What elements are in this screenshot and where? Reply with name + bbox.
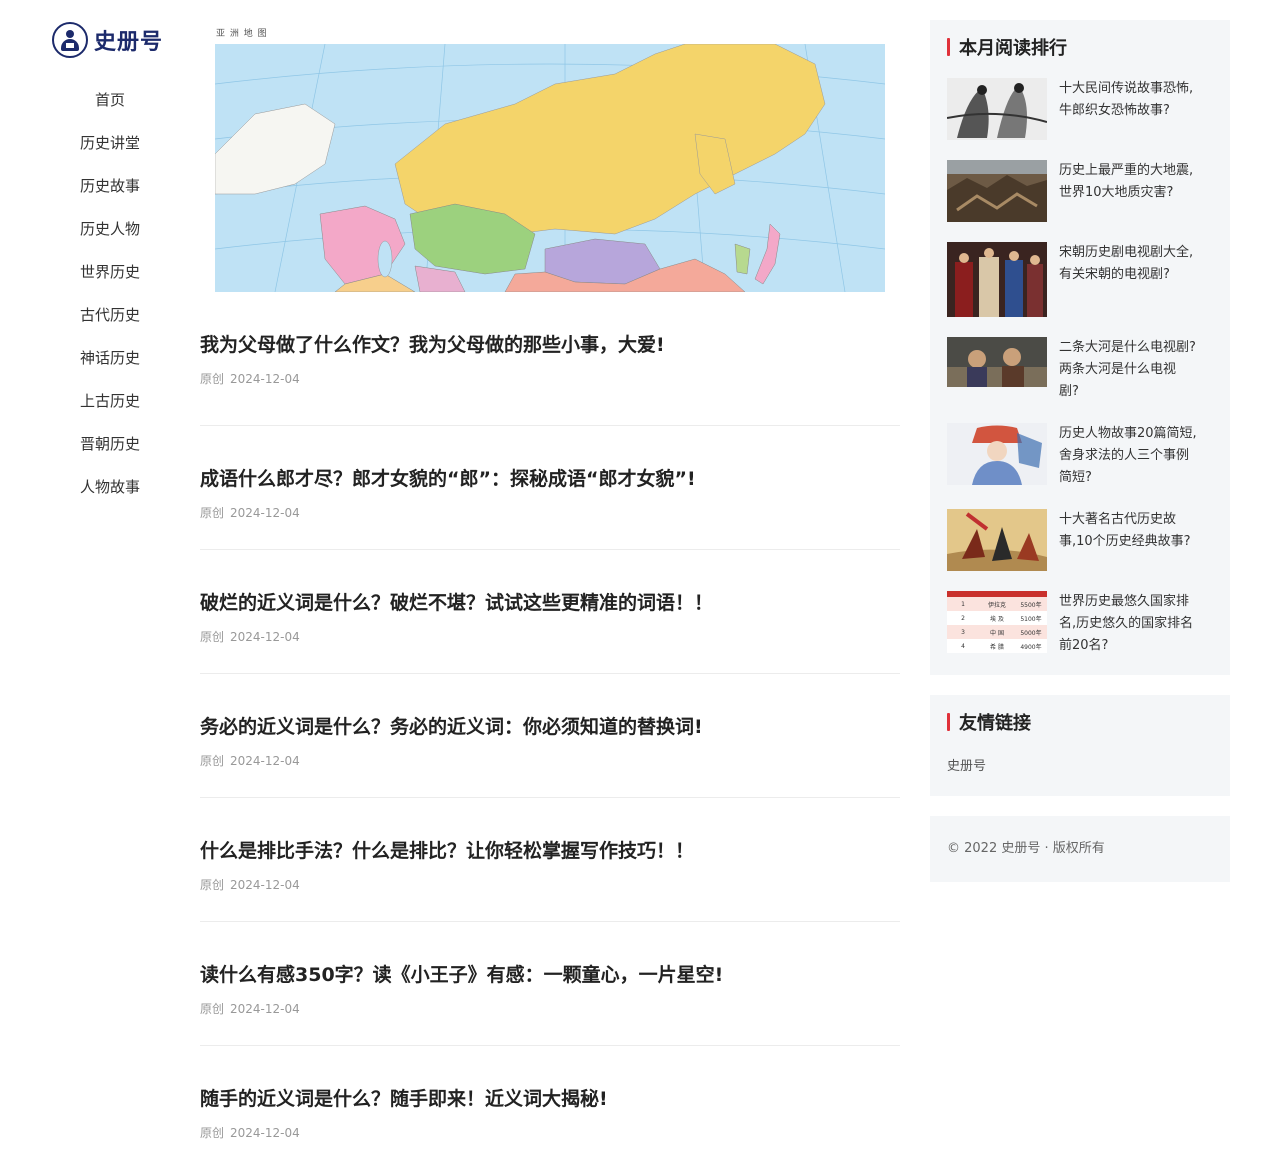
article-date: 2024-12-04 — [230, 372, 300, 386]
article-item: 读什么有感350字？读《小王子》有感：一颗童心，一片星空! 原创 2024-12-… — [200, 922, 900, 1046]
thumb-song-dynasty-drama-image — [947, 242, 1047, 317]
nav-item-ancient-history[interactable]: 古代历史 — [0, 297, 220, 340]
thumb-historical-figure-painting-image — [947, 423, 1047, 485]
article-meta: 原创 2024-12-04 — [200, 628, 900, 645]
nav-item-lectures[interactable]: 历史讲堂 — [0, 125, 220, 168]
ranking-item[interactable]: 十大著名古代历史故 事,10个历史经典故事? — [947, 509, 1214, 571]
article-meta: 原创 2024-12-04 — [200, 504, 900, 521]
article-title[interactable]: 什么是排比手法？什么是排比？让你轻松掌握写作技巧！！ — [200, 838, 900, 864]
ranking-item-text: 二条大河是什么电视剧? 两条大河是什么电视 剧? — [1059, 340, 1196, 399]
logo-scholar-icon — [52, 22, 88, 58]
ranking-item[interactable]: 1 伊拉克 5500年 2埃 及 5100年 3中 国 5000年 4希 腊 4900年 … — [947, 591, 1214, 657]
ranking-item[interactable]: 二条大河是什么电视剧? 两条大河是什么电视 剧? — [947, 337, 1214, 403]
thumb-tv-drama-still-image — [947, 337, 1047, 387]
ranking-item[interactable]: 十大民间传说故事恐怖, 牛郎织女恐怖故事? — [947, 78, 1214, 140]
hero-banner[interactable]: 亚 洲 地 图 — [200, 20, 900, 292]
ranking-panel: 本月阅读排行 十大民间传说故事恐怖, 牛郎织女恐怖故事? 历史上最严重的大地震,… — [930, 20, 1230, 675]
nav-item-jin-dynasty[interactable]: 晋朝历史 — [0, 426, 220, 469]
article-title[interactable]: 读什么有感350字？读《小王子》有感：一颗童心，一片星空! — [200, 962, 900, 988]
nav-item-stories[interactable]: 历史故事 — [0, 168, 220, 211]
right-sidebar: 本月阅读排行 十大民间传说故事恐怖, 牛郎织女恐怖故事? 历史上最严重的大地震,… — [930, 20, 1230, 902]
article-meta: 原创 2024-12-04 — [200, 370, 900, 387]
copyright-text: © 2022 史册号 · 版权所有 — [947, 841, 1105, 856]
friend-links-title: 友情链接 — [947, 711, 1214, 734]
article-item: 务必的近义词是什么？务必的近义词：你必须知道的替换词! 原创 2024-12-04 — [200, 674, 900, 798]
article-title[interactable]: 我为父母做了什么作文？我为父母做的那些小事，大爱! — [200, 332, 900, 358]
article-date: 2024-12-04 — [230, 630, 300, 644]
article-item: 随手的近义词是什么？随手即来！近义词大揭秘! 原创 2024-12-04 — [200, 1046, 900, 1170]
article-source: 原创 — [200, 506, 225, 520]
article-source: 原创 — [200, 1126, 225, 1140]
main-nav: 首页 历史讲堂 历史故事 历史人物 世界历史 古代历史 神话历史 上古历史 晋朝… — [0, 82, 220, 512]
article-date: 2024-12-04 — [230, 1002, 300, 1016]
ranking-item[interactable]: 历史人物故事20篇简短, 舍身求法的人三个事例 简短? — [947, 423, 1214, 489]
article-date: 2024-12-04 — [230, 506, 300, 520]
nav-item-people-stories[interactable]: 人物故事 — [0, 469, 220, 512]
friend-link-item[interactable]: 史册号 — [947, 755, 1214, 774]
article-meta: 原创 2024-12-04 — [200, 1000, 900, 1017]
site-footer: © 2022 史册号 · 版权所有 — [930, 816, 1230, 882]
article-item: 我为父母做了什么作文？我为父母做的那些小事，大爱! 原创 2024-12-04 — [200, 292, 900, 426]
ranking-item-text: 历史上最严重的大地震, 世界10大地质灾害? — [1059, 163, 1194, 200]
nav-item-mythology[interactable]: 神话历史 — [0, 340, 220, 383]
site-logo[interactable]: 史册号 — [52, 22, 163, 58]
main-content: 亚 洲 地 图 我为父母做了什么作文？我为父母做的那些小事，大爱! 原创 202… — [200, 20, 900, 1170]
article-title[interactable]: 随手的近义词是什么？随手即来！近义词大揭秘! — [200, 1086, 900, 1112]
article-source: 原创 — [200, 754, 225, 768]
article-meta: 原创 2024-12-04 — [200, 1124, 900, 1141]
ranking-title: 本月阅读排行 — [947, 36, 1214, 59]
article-meta: 原创 2024-12-04 — [200, 752, 900, 769]
asia-map-image — [215, 44, 885, 292]
thumb-earthquake-ruins-image — [947, 160, 1047, 222]
ranking-item-text: 十大民间传说故事恐怖, 牛郎织女恐怖故事? — [1059, 81, 1194, 118]
article-item: 什么是排比手法？什么是排比？让你轻松掌握写作技巧！！ 原创 2024-12-04 — [200, 798, 900, 922]
article-title[interactable]: 破烂的近义词是什么？破烂不堪？试试这些更精准的词语！！ — [200, 590, 900, 616]
ranking-item-text: 世界历史最悠久国家排 名,历史悠久的国家排名 前20名? — [1059, 594, 1194, 653]
article-item: 破烂的近义词是什么？破烂不堪？试试这些更精准的词语！！ 原创 2024-12-04 — [200, 550, 900, 674]
ranking-item-text: 宋朝历史剧电视剧大全, 有关宋朝的电视剧? — [1059, 245, 1194, 282]
ranking-item[interactable]: 宋朝历史剧电视剧大全, 有关宋朝的电视剧? — [947, 242, 1214, 317]
thumb-ancient-battle-painting-image — [947, 509, 1047, 571]
article-source: 原创 — [200, 630, 225, 644]
article-title[interactable]: 务必的近义词是什么？务必的近义词：你必须知道的替换词! — [200, 714, 900, 740]
article-source: 原创 — [200, 878, 225, 892]
article-title[interactable]: 成语什么郎才尽？郎才女貌的“郎”：探秘成语“郎才女貌”! — [200, 466, 900, 492]
ranking-list: 十大民间传说故事恐怖, 牛郎织女恐怖故事? 历史上最严重的大地震, 世界10大地… — [947, 78, 1214, 657]
title-accent-bar — [947, 38, 950, 56]
thumb-ink-painting-image — [947, 78, 1047, 140]
nav-item-home[interactable]: 首页 — [0, 82, 220, 125]
ranking-item-text: 十大著名古代历史故 事,10个历史经典故事? — [1059, 512, 1191, 549]
nav-item-prehistory[interactable]: 上古历史 — [0, 383, 220, 426]
nav-item-world-history[interactable]: 世界历史 — [0, 254, 220, 297]
friend-links-panel: 友情链接 史册号 — [930, 695, 1230, 796]
article-date: 2024-12-04 — [230, 878, 300, 892]
ranking-item[interactable]: 历史上最严重的大地震, 世界10大地质灾害? — [947, 160, 1214, 222]
article-date: 2024-12-04 — [230, 754, 300, 768]
nav-item-figures[interactable]: 历史人物 — [0, 211, 220, 254]
logo-text: 史册号 — [94, 29, 164, 55]
ranking-item-text: 历史人物故事20篇简短, 舍身求法的人三个事例 简短? — [1059, 426, 1197, 485]
article-list: 我为父母做了什么作文？我为父母做的那些小事，大爱! 原创 2024-12-04 成… — [200, 292, 900, 1170]
thumb-country-ranking-table-image: 1 伊拉克 5500年 2埃 及 5100年 3中 国 5000年 4希 腊 4900年 — [947, 591, 1047, 653]
hero-caption: 亚 洲 地 图 — [216, 29, 268, 39]
article-source: 原创 — [200, 372, 225, 386]
article-meta: 原创 2024-12-04 — [200, 876, 900, 893]
article-date: 2024-12-04 — [230, 1126, 300, 1140]
title-accent-bar — [947, 713, 950, 731]
article-source: 原创 — [200, 1002, 225, 1016]
article-item: 成语什么郎才尽？郎才女貌的“郎”：探秘成语“郎才女貌”! 原创 2024-12-0… — [200, 426, 900, 550]
